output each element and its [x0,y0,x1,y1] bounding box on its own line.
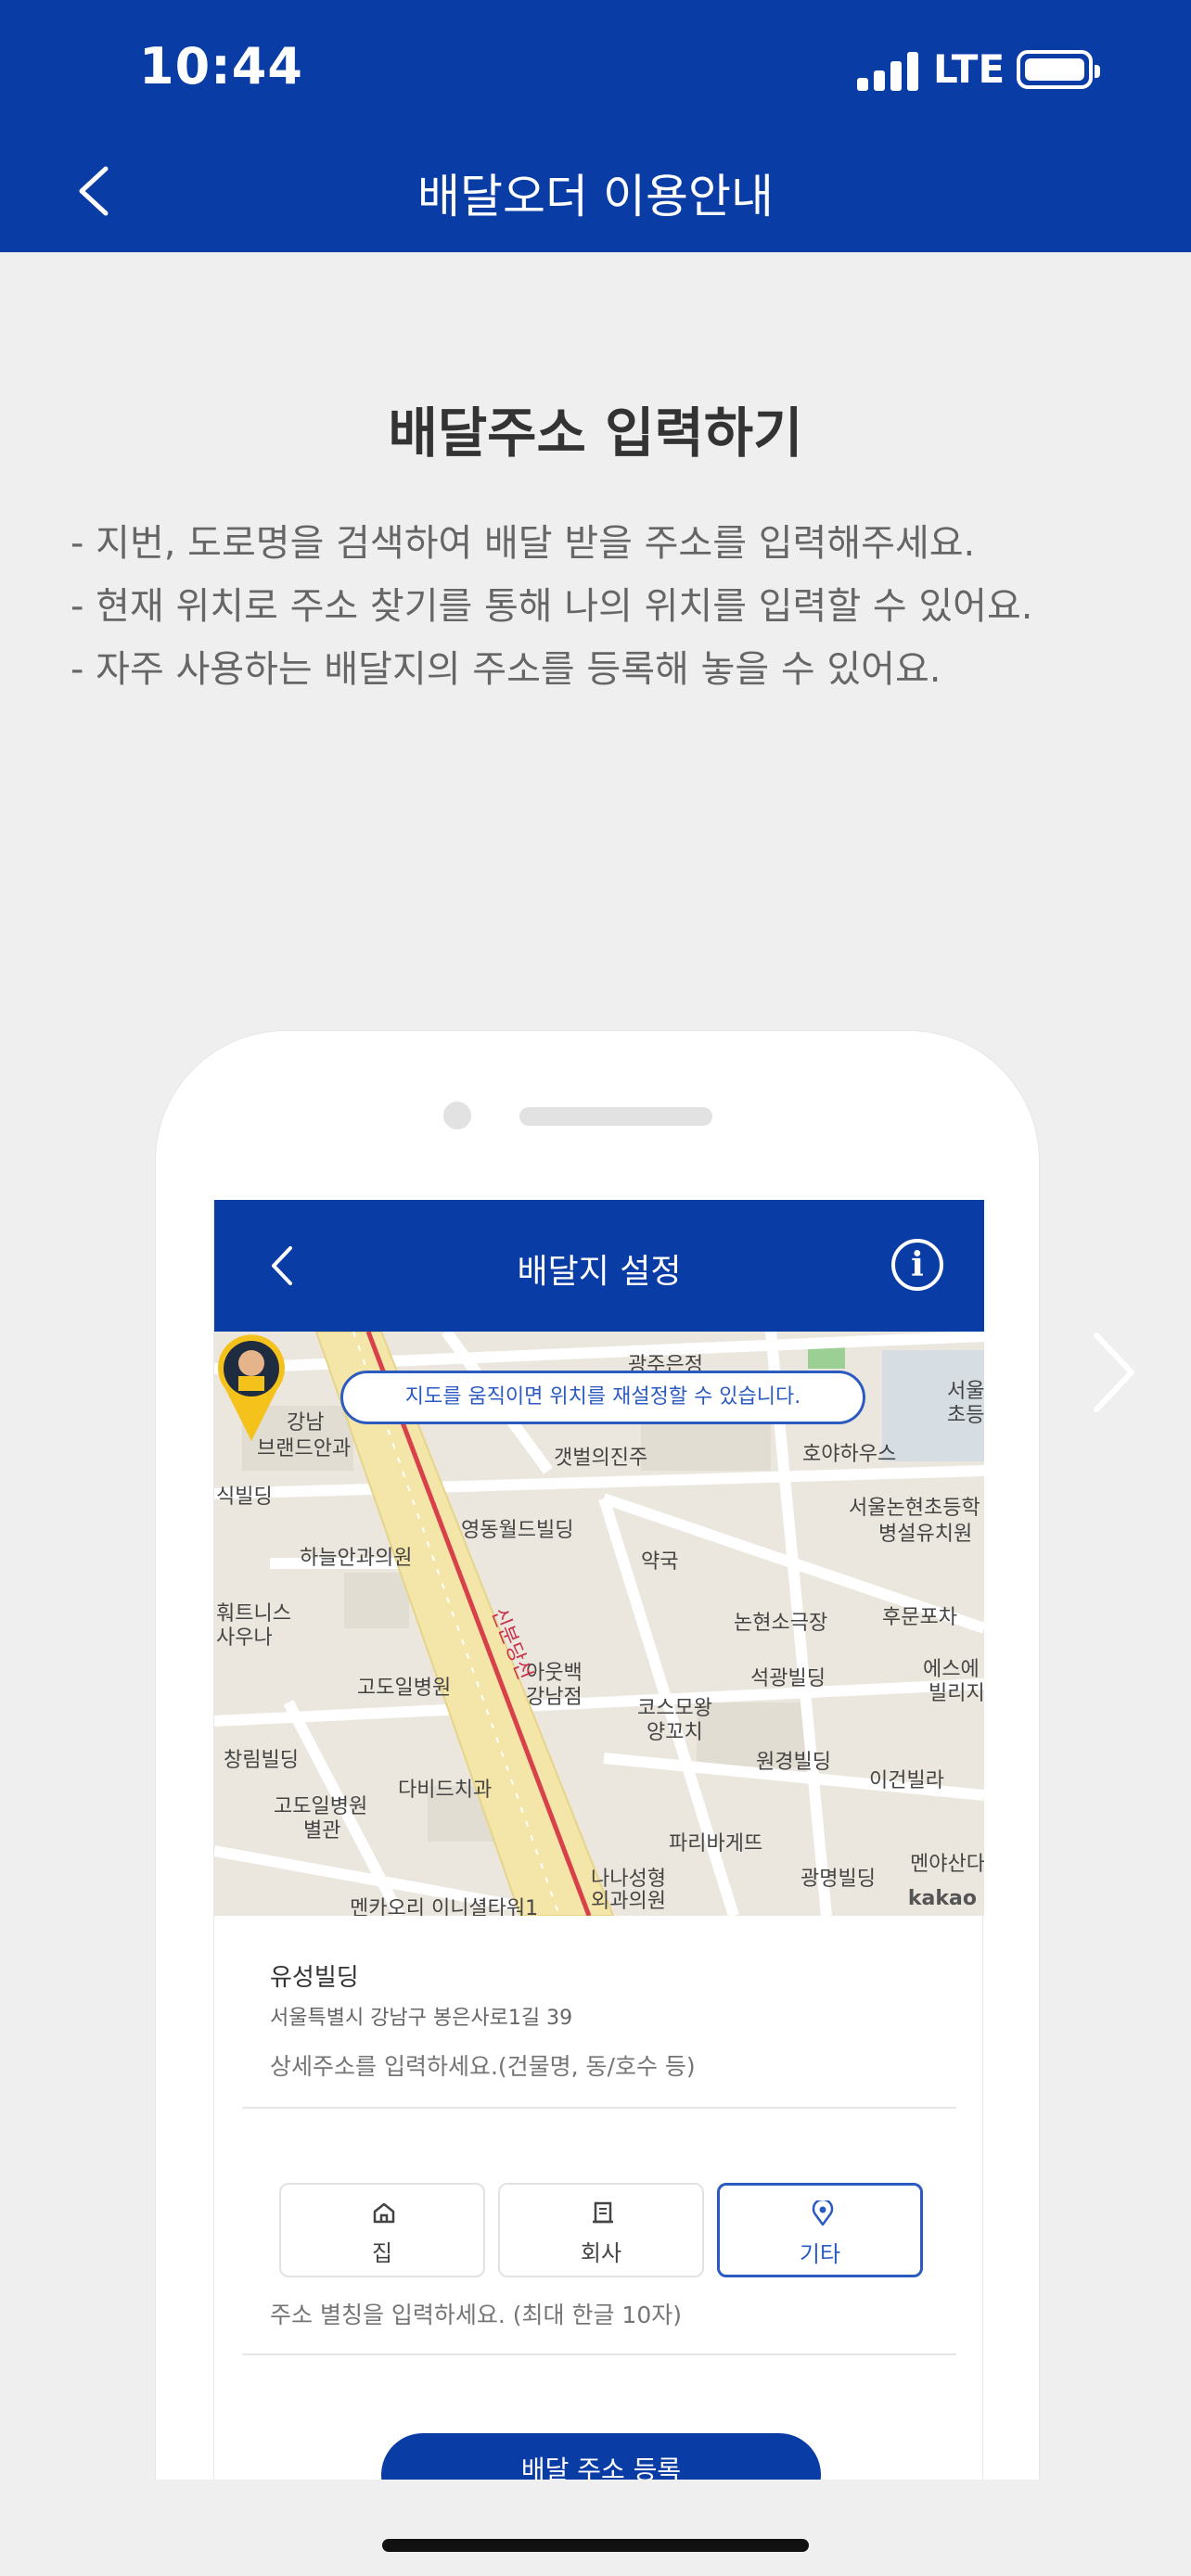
map-label: 외과의원 [591,1890,666,1913]
address-type-home-button[interactable]: 집 [279,2183,485,2277]
map-hint-banner: 지도를 움직이면 위치를 재설정할 수 있습니다. [340,1371,865,1424]
map-label: 식빌딩 [216,1486,273,1509]
location-pin-icon [812,2200,834,2226]
map-label: 멘야산다 [910,1853,984,1876]
map-label: 창림빌딩 [224,1749,299,1772]
mockup-header: 배달지 설정 i [214,1200,984,1332]
map-view: 광주은정 강남 브랜드안과 갯벌의진주 호야하우스 서울 초등 식빌딩 영동월드… [214,1332,984,1916]
place-name: 유성빌딩 [270,1964,359,1992]
map-label: 논현소극장 [734,1612,828,1635]
status-time: 10:44 [139,37,303,96]
phone-mockup: 배달지 설정 i 광주은정 강남 브랜드안과 갯벌의진주 호야하우스 서울 초등… [156,1031,1039,2576]
location-pin-icon [218,1334,285,1441]
map-label: 이건빌라 [869,1769,944,1792]
phone-speaker [519,1107,712,1126]
mockup-title: 배달지 설정 [517,1253,682,1291]
detail-address-input[interactable] [270,2053,938,2080]
map-label: 멘카오리 이니셜타워1 [350,1897,539,1916]
home-bar-area [0,2480,1191,2576]
map-label: 호야하우스 [802,1443,897,1466]
map-label: 별관 [303,1819,341,1843]
map-label: 양꼬치 [647,1721,703,1744]
map-label: 영동월드빌딩 [461,1519,574,1542]
info-icon: i [891,1239,943,1291]
address-type-label: 집 [371,2240,393,2266]
place-address: 서울특별시 강남구 봉은사로1길 39 [270,2007,573,2030]
map-label: 사우나 [216,1626,273,1650]
address-type-other-button[interactable]: 기타 [717,2183,923,2277]
mockup-screen: 배달지 설정 i 광주은정 강남 브랜드안과 갯벌의진주 호야하우스 서울 초등… [213,1200,984,2576]
top-bar: 10:44 LTE 배달오더 이용안내 [0,0,1191,252]
address-type-office-button[interactable]: 회사 [498,2183,704,2277]
map-label: 강남점 [526,1686,583,1709]
address-alias-input[interactable] [270,2302,938,2328]
map-label: 원경빌딩 [756,1751,831,1774]
phone-camera [443,1102,471,1129]
divider [242,2353,956,2355]
address-type-label: 기타 [799,2241,841,2267]
section-heading: 배달주소 입력하기 [388,402,803,465]
network-label: LTE [933,46,1005,92]
description-list: - 지번, 도로명을 검색하여 배달 받을 주소를 입력해주세요. - 현재 위… [70,512,1165,701]
map-label: 석광빌딩 [750,1667,826,1690]
description-item: - 현재 위치로 주소 찾기를 통해 나의 위치를 입력할 수 있어요. [70,585,1033,628]
address-type-label: 회사 [580,2240,622,2266]
map-label: 하늘안과의원 [300,1547,413,1570]
map-label: 광명빌딩 [800,1868,876,1891]
page-title: 배달오더 이용안내 [417,170,774,223]
building-icon [593,2201,613,2224]
divider [242,2107,956,2109]
map-label: 빌리지 [928,1682,984,1705]
map-label: 초등 [947,1404,984,1427]
battery-icon [1017,50,1100,89]
map-label: 다비드치과 [398,1779,493,1802]
map-label: 병설유치원 [878,1523,973,1546]
description-item: - 자주 사용하는 배달지의 주소를 등록해 놓을 수 있어요. [70,648,941,691]
description-item: - 지번, 도로명을 검색하여 배달 받을 주소를 입력해주세요. [70,522,976,565]
map-label: 약국 [641,1550,679,1574]
map-label: 후문포차 [882,1606,957,1629]
map-label: 갯벌의진주 [554,1447,648,1470]
home-icon [373,2202,395,2224]
signal-icon [857,48,918,91]
next-slide-button[interactable] [1085,1326,1141,1419]
home-indicator[interactable] [382,2539,809,2552]
map-label: 파리바게뜨 [669,1832,763,1855]
map-attribution: kakao [907,1887,977,1910]
map-label: 고도일병원 [357,1677,452,1700]
